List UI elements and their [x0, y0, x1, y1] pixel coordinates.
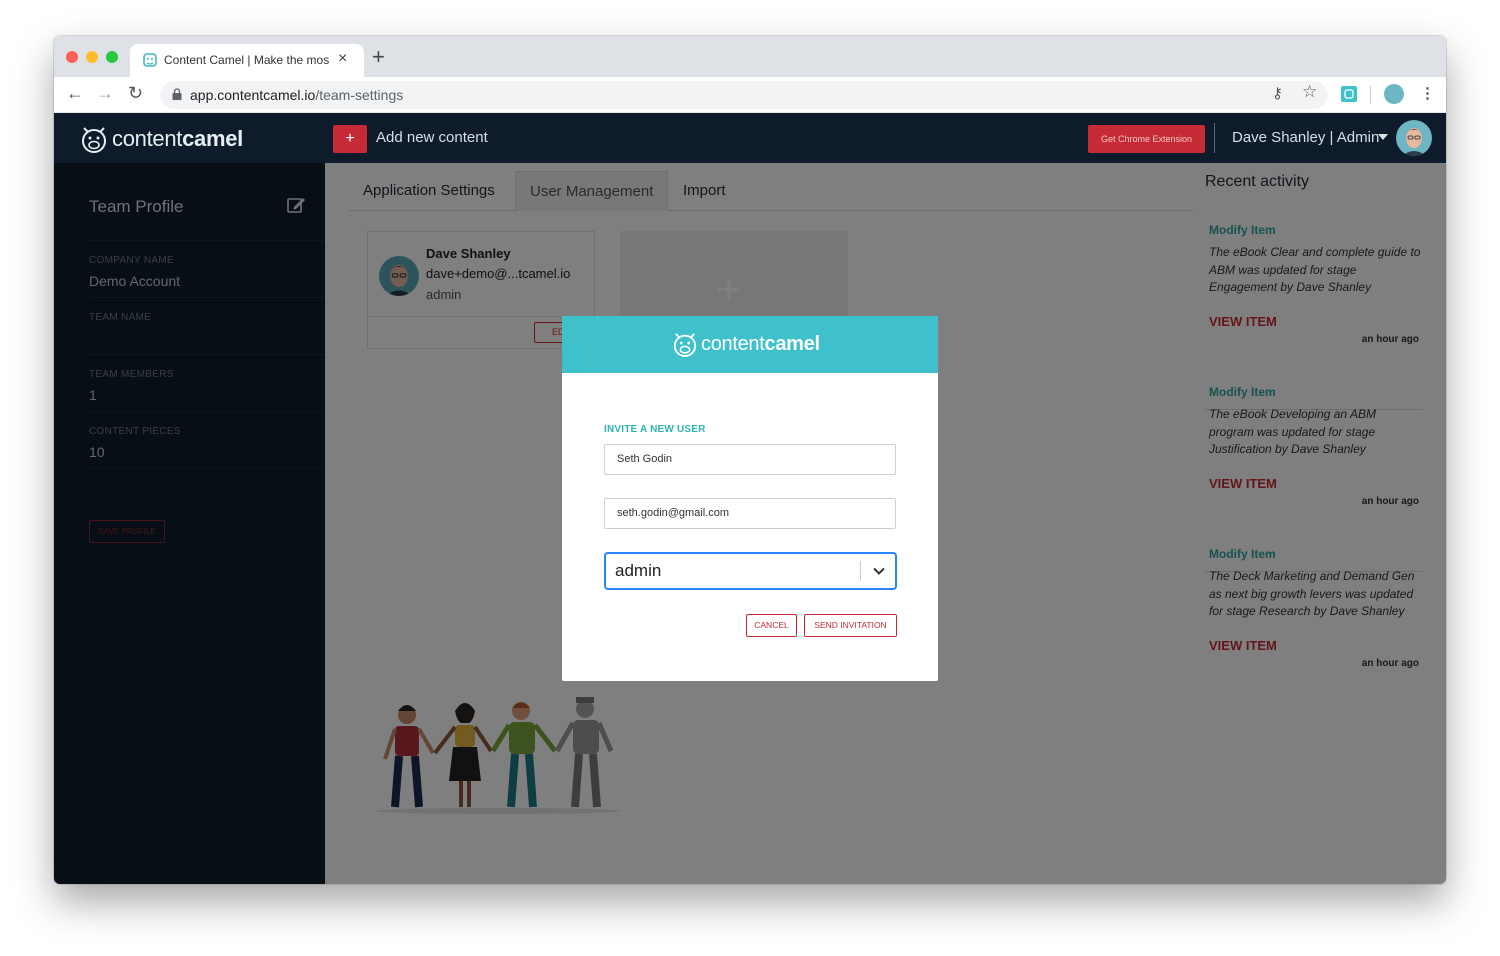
- lock-icon: [172, 88, 182, 100]
- key-icon[interactable]: ⚷: [1272, 84, 1283, 102]
- role-select[interactable]: admin: [604, 552, 897, 590]
- logo-text: contentcamel: [112, 126, 243, 151]
- user-avatar[interactable]: [1396, 120, 1432, 156]
- modal-header: contentcamel: [562, 316, 938, 373]
- browser-tab-strip: Content Camel | Make the mos × +: [54, 36, 1446, 77]
- role-select-value: admin: [615, 561, 662, 580]
- send-invitation-button[interactable]: SEND INVITATION: [804, 614, 897, 637]
- email-field[interactable]: seth.godin@gmail.com: [604, 498, 896, 529]
- toolbar-divider: [1370, 86, 1371, 104]
- user-menu-label[interactable]: Dave Shanley | Admin: [1232, 129, 1379, 146]
- forward-arrow-icon[interactable]: →: [96, 83, 114, 104]
- bookmark-star-icon[interactable]: ☆: [1302, 82, 1317, 102]
- contentcamel-logo[interactable]: contentcamel: [80, 123, 243, 155]
- back-arrow-icon[interactable]: ←: [66, 83, 84, 104]
- url-text: app.contentcamel.io/team-settings: [190, 87, 404, 103]
- add-content-label[interactable]: Add new content: [376, 129, 488, 146]
- browser-tab[interactable]: Content Camel | Make the mos ×: [130, 44, 364, 77]
- get-chrome-extension-button[interactable]: Get Chrome Extension: [1088, 125, 1205, 153]
- tab-title: Content Camel | Make the mos: [164, 53, 330, 67]
- header-divider: [1214, 123, 1215, 153]
- address-bar[interactable]: app.contentcamel.io/team-settings: [160, 81, 1328, 109]
- new-tab-icon[interactable]: +: [372, 46, 385, 68]
- add-content-button[interactable]: +: [333, 125, 367, 153]
- camel-logo-icon: [673, 333, 697, 357]
- select-separator: [860, 561, 861, 581]
- reload-icon[interactable]: ↻: [128, 83, 143, 104]
- app-header: contentcamel + Add new content Get Chrom…: [54, 113, 1446, 163]
- avatar-face-icon: [1402, 128, 1426, 156]
- invite-user-modal: contentcamel INVITE A NEW USER Seth Godi…: [562, 316, 938, 681]
- modal-logo: contentcamel: [672, 328, 820, 360]
- close-window-button[interactable]: [66, 51, 78, 63]
- browser-window: Content Camel | Make the mos × + ← → ↻ a…: [54, 36, 1446, 884]
- modal-logo-text: contentcamel: [701, 332, 820, 355]
- camel-logo-icon: [82, 127, 106, 153]
- chevron-down-icon[interactable]: [872, 564, 886, 578]
- profile-avatar[interactable]: [1384, 84, 1404, 104]
- minimize-window-button[interactable]: [86, 51, 98, 63]
- maximize-window-button[interactable]: [106, 51, 118, 63]
- browser-toolbar: ← → ↻ app.contentcamel.io/team-settings …: [54, 77, 1446, 113]
- camel-favicon-icon: [143, 53, 157, 67]
- cancel-button[interactable]: CANCEL: [746, 614, 797, 637]
- menu-kebab-icon[interactable]: ⋮: [1420, 84, 1435, 102]
- extension-camel-icon[interactable]: [1341, 86, 1357, 102]
- tab-close-icon[interactable]: ×: [338, 50, 347, 68]
- caret-down-icon[interactable]: [1378, 134, 1388, 140]
- name-field[interactable]: Seth Godin: [604, 444, 896, 475]
- invite-user-heading: INVITE A NEW USER: [604, 424, 706, 435]
